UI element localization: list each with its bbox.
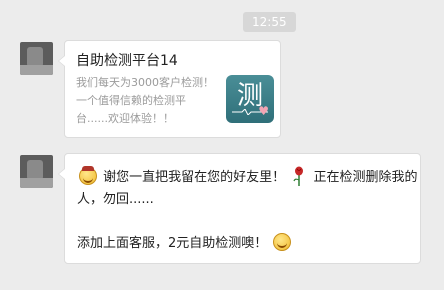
- sender-avatar[interactable]: [20, 42, 53, 75]
- link-card-thumbnail: 测 ♥: [226, 75, 274, 123]
- heart-icon: ♥: [258, 104, 269, 118]
- link-card-title: 自助检测平台14: [76, 53, 178, 69]
- smile-emoji-icon: [273, 233, 292, 251]
- link-card-bubble[interactable]: 自助检测平台14 我们每天为3000客户检测！一个值得信赖的检测平台......…: [58, 40, 281, 138]
- message-text: 谢您一直把我留在您的好友里！ 正在检测删除我的人，勿回...... 添加上面客服…: [77, 166, 422, 255]
- sender-avatar[interactable]: [20, 155, 53, 188]
- rose-icon: [293, 166, 304, 186]
- text-message-bubble[interactable]: 谢您一直把我留在您的好友里！ 正在检测删除我的人，勿回...... 添加上面客服…: [58, 153, 422, 264]
- grin-emoji-icon: [79, 166, 97, 185]
- timestamp-badge: 12:55: [243, 12, 296, 32]
- message-line2: 添加上面客服，2元自助检测噢！: [77, 236, 268, 251]
- link-card-description: 我们每天为3000客户检测！一个值得信赖的检测平台......欢迎体验！！: [76, 76, 214, 125]
- message-line1-part1: 谢您一直把我留在您的好友里！: [103, 170, 286, 185]
